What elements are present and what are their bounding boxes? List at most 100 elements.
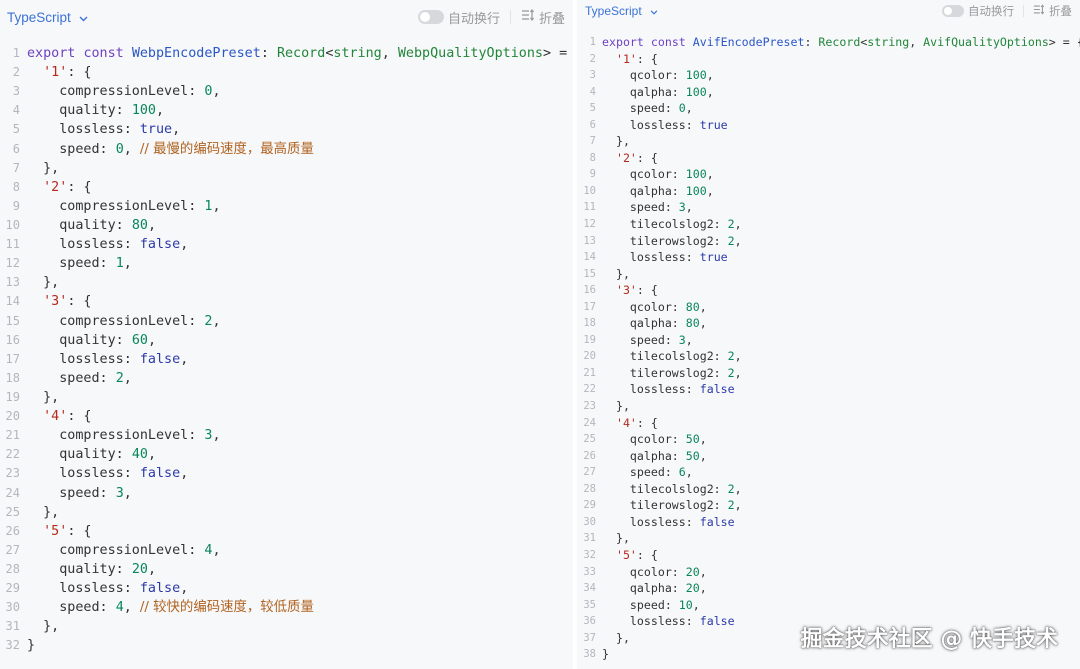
line-number: 1 (589, 36, 596, 48)
code-text: speed: (602, 332, 679, 347)
code-source: speed: 10, (602, 597, 700, 614)
line-number: 32 (583, 548, 596, 561)
language-label: TypeScript (585, 3, 642, 18)
code-area[interactable]: 1 export const AvifEncodePreset: Record<s… (577, 34, 1080, 663)
code-line: 24 speed: 3, (0, 484, 573, 503)
code-line: 7 }, (0, 159, 573, 178)
code-line: 17 lossless: false, (0, 350, 573, 369)
code-line: 25 qcolor: 50, (577, 431, 1080, 448)
code-line: 22 quality: 40, (0, 445, 573, 464)
code-text: speed: (602, 597, 679, 612)
code-source: lossless: false, (27, 579, 188, 598)
code-source: qalpha: 50, (602, 448, 707, 465)
line-number: 30 (5, 600, 20, 615)
string-token: '1' (43, 65, 68, 81)
type-token: string (333, 46, 382, 61)
code-line: 25 }, (0, 503, 573, 522)
code-line: 15 compressionLevel: 2, (0, 312, 573, 331)
code-text: qalpha: (602, 316, 686, 331)
code-text: }, (27, 389, 60, 405)
fold-button[interactable]: 折叠 (521, 8, 565, 27)
word-wrap-toggle[interactable] (942, 4, 964, 17)
language-selector[interactable]: TypeScript (7, 10, 88, 25)
code-source: } (602, 646, 609, 663)
word-wrap-toggle[interactable] (417, 10, 444, 24)
language-selector[interactable]: TypeScript (585, 4, 658, 18)
code-source: lossless: false (602, 613, 735, 630)
code-text: , (685, 101, 693, 116)
code-text: tilerowslog2: (602, 365, 728, 380)
code-text: }, (602, 399, 630, 414)
number-token: 100 (685, 167, 707, 182)
code-text: lossless: (602, 514, 700, 529)
code-source: lossless: false (602, 381, 735, 398)
code-text: , (699, 448, 707, 463)
comment-token: // 最慢的编码速度，最高质量 (139, 141, 314, 157)
line-number: 6 (12, 141, 20, 156)
code-text: : { (636, 283, 658, 298)
code-text: lossless: (602, 614, 700, 629)
line-number: 9 (589, 168, 596, 181)
code-source: lossless: true (602, 249, 728, 266)
number-token: 0 (115, 141, 124, 157)
code-text: , (147, 217, 156, 233)
code-text: tilerowslog2: (602, 498, 728, 513)
code-text: , (734, 481, 742, 496)
code-source: '5': { (602, 547, 658, 564)
boolean-token: false (139, 237, 181, 253)
code-line: 27 compressionLevel: 4, (0, 541, 573, 560)
code-source: qcolor: 80, (602, 299, 707, 316)
code-text: , (685, 465, 693, 480)
code-text: , (734, 349, 742, 364)
code-source: tilerowslog2: 2, (602, 497, 742, 514)
number-token: 2 (727, 233, 735, 248)
fold-button[interactable]: 折叠 (1033, 3, 1072, 19)
code-text: , (212, 84, 221, 100)
number-token: 1 (115, 256, 124, 272)
line-number: 34 (583, 582, 596, 595)
code-text: } (27, 638, 36, 654)
code-text: compressionLevel: (27, 428, 205, 444)
code-text: , (706, 68, 714, 83)
code-text: qalpha: (602, 84, 686, 99)
code-source: '4': { (602, 415, 658, 432)
type-token: WebpQualityOptions (397, 46, 543, 61)
code-line: 1 export const AvifEncodePreset: Record<s… (577, 34, 1080, 51)
code-text: , (699, 299, 707, 314)
line-number: 21 (5, 428, 20, 443)
number-token: 60 (131, 332, 148, 348)
watermark: 掘金技术社区 @ 快手技术 (800, 627, 1058, 652)
line-number: 25 (583, 433, 596, 446)
code-source: speed: 3, (602, 199, 693, 216)
number-token: 80 (685, 316, 700, 331)
code-line: 24 '4': { (577, 415, 1080, 432)
code-line: 18 qalpha: 80, (577, 315, 1080, 332)
code-source: lossless: false, (27, 350, 188, 369)
line-number: 18 (5, 370, 20, 385)
code-line: 16 quality: 60, (0, 331, 573, 350)
code-line: 33 qcolor: 20, (577, 564, 1080, 581)
code-text: , (699, 316, 707, 331)
code-text: lossless: (27, 581, 140, 597)
code-source: qcolor: 100, (602, 67, 714, 84)
boolean-token: true (139, 122, 173, 138)
code-source: }, (27, 273, 59, 292)
toggle-knob (419, 12, 430, 22)
code-text: qalpha: (602, 183, 686, 198)
string-token: '3' (615, 283, 637, 298)
code-text: , (212, 542, 221, 558)
number-token: 6 (678, 465, 686, 480)
code-source: speed: 4, // 较快的编码速度，较低质量 (27, 598, 314, 617)
line-number: 3 (589, 69, 596, 82)
number-token: 50 (685, 448, 700, 463)
code-text: tilecolslog2: (602, 349, 728, 364)
number-token: 3 (115, 485, 124, 501)
code-text: lossless: (27, 351, 140, 367)
code-area[interactable]: 1 export const WebpEncodePreset: Record<s… (0, 44, 573, 656)
line-number: 2 (589, 52, 596, 65)
string-token: '5' (615, 547, 637, 562)
line-number: 22 (5, 447, 20, 462)
